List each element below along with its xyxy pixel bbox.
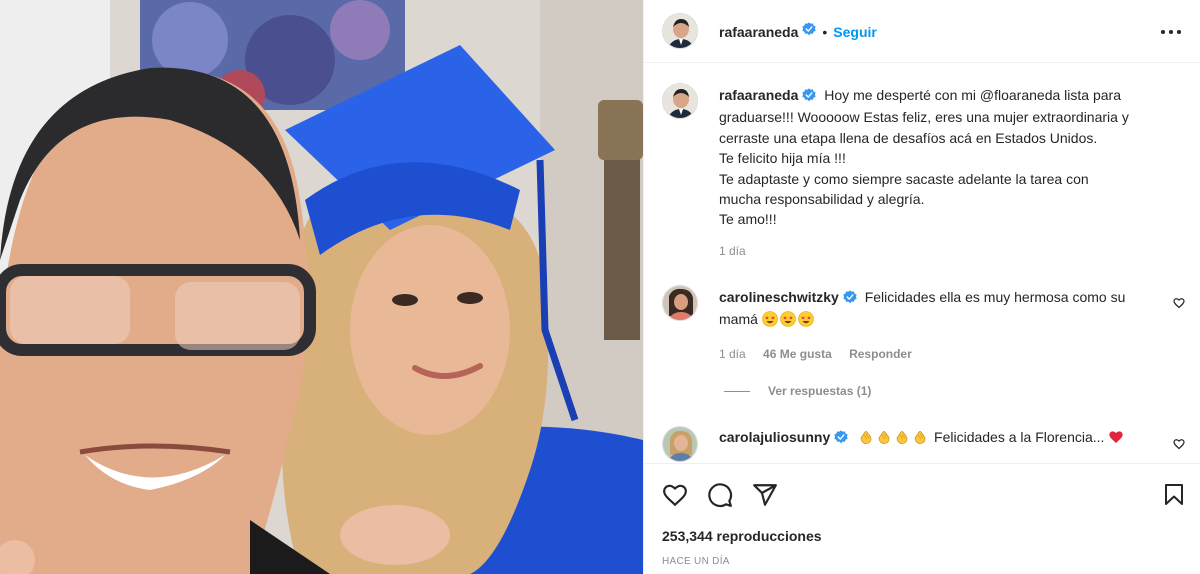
star-struck-emoji-icon [797,311,814,328]
caption-line: Te amo!!! [719,211,777,228]
caption-line: graduarse!!! Wooooow Estas feliz, eres u… [719,109,1129,126]
post-caption: rafaaraneda Hoy me desperté con mi @floa… [719,85,1179,230]
comment-item: carolajuliosunny Felicidades a la Floren… [719,427,1159,449]
comment-like-heart-icon[interactable] [1173,296,1185,314]
caption-timestamp[interactable]: 1 día [719,244,746,258]
verified-badge-icon [802,22,817,41]
follow-button[interactable]: Seguir [833,24,877,40]
clapping-hands-emoji-icon [894,429,910,445]
commenter-avatar[interactable] [662,285,698,321]
header-separator: • [822,23,828,40]
verified-badge-icon [834,429,848,449]
view-replies-label: Ver respuestas (1) [768,384,872,398]
comment-text: Felicidades a la Florencia... [934,429,1105,445]
star-struck-emoji-icon [761,311,778,328]
author-username[interactable]: rafaaraneda [719,24,798,40]
caption-author-avatar[interactable] [662,83,698,119]
star-struck-emoji-icon [779,311,796,328]
comment-item: carolineschwitzky Felicidades ella es mu… [719,287,1159,330]
comment-meta: 1 día 46 Me gusta Responder [719,347,912,361]
share-send-icon[interactable] [752,482,778,513]
more-options-icon[interactable] [1159,22,1183,42]
comment-bubble-icon[interactable] [707,482,733,513]
clapping-hands-emoji-icon [912,429,928,445]
caption-line: Te felicito hija mía !!! [719,150,846,167]
clapping-hands-emoji-icon [876,429,892,445]
comment-like-heart-icon[interactable] [1173,437,1185,455]
caption-username[interactable]: rafaaraneda [719,87,798,103]
comment-text: Felicidades ella es muy hermosa como su [864,289,1126,305]
photo-illustration [0,0,643,574]
post-timestamp[interactable]: Hace un día [662,556,730,567]
post-details-panel: rafaaraneda • Seguir rafaaraneda Hoy me … [643,0,1200,574]
comments-section[interactable]: rafaaraneda Hoy me desperté con mi @floa… [644,63,1200,463]
caption-line: Hoy me desperté con mi @floaraneda lista… [824,87,1121,103]
caption-line: mucha responsabilidad y alegría. [719,191,925,208]
replies-divider [724,390,750,392]
commenter-username[interactable]: carolajuliosunny [719,429,830,445]
reply-button[interactable]: Responder [849,347,912,361]
author-avatar[interactable] [662,13,698,49]
like-heart-icon[interactable] [662,482,688,513]
verified-badge-icon [802,87,817,107]
verified-badge-icon [843,289,857,309]
clapping-hands-emoji-icon [858,429,874,445]
comment-likes[interactable]: 46 Me gusta [763,347,832,361]
save-bookmark-icon[interactable] [1162,482,1186,513]
view-replies-button[interactable]: Ver respuestas (1) [724,384,871,398]
red-heart-emoji-icon [1108,429,1124,445]
comment-timestamp[interactable]: 1 día [719,347,746,361]
caption-line: cerraste una etapa llena de desafíos acá… [719,129,1098,146]
commenter-avatar[interactable] [662,426,698,462]
post-header: rafaaraneda • Seguir [644,0,1200,63]
view-count: 253,344 reproducciones [662,528,822,544]
comment-text: mamá [719,311,758,328]
post-actions: 253,344 reproducciones Hace un día [644,463,1200,574]
post-photo[interactable] [0,0,643,574]
caption-line: Te adaptaste y como siempre sacaste adel… [719,170,1089,187]
commenter-username[interactable]: carolineschwitzky [719,289,839,305]
